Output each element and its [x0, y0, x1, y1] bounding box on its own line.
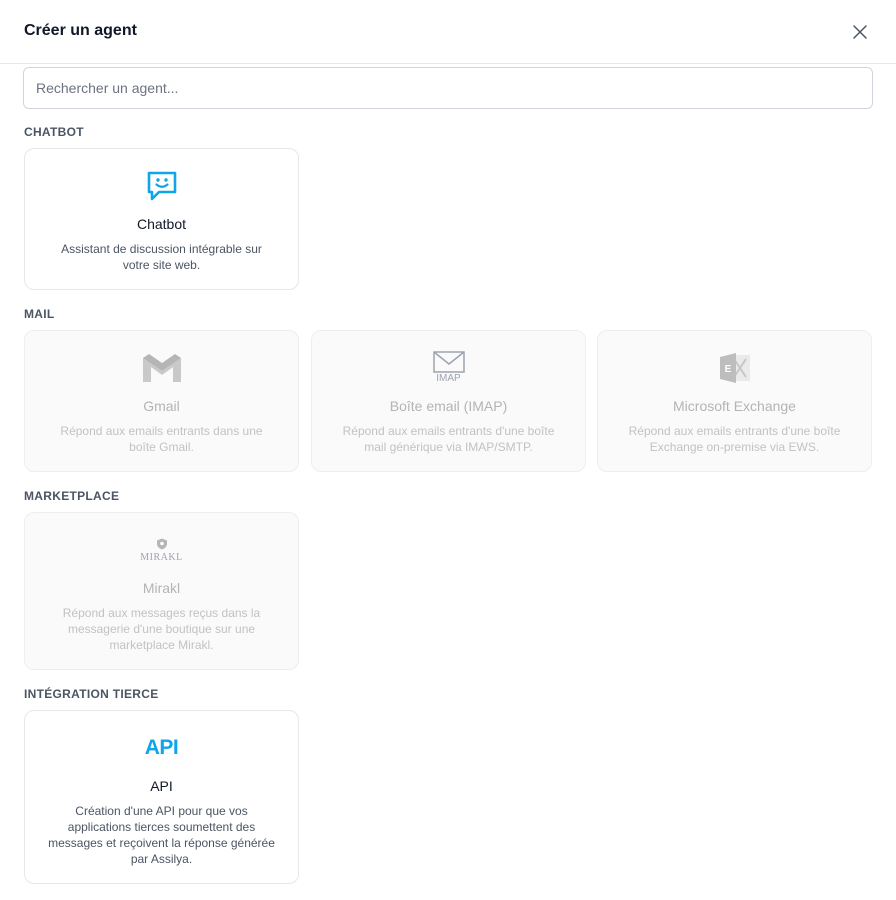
chat-smile-icon	[147, 171, 176, 201]
agent-card-api[interactable]: API API Création d'une API pour que vos …	[24, 710, 299, 884]
dialog-header: Créer un agent	[0, 0, 896, 64]
agent-card-chatbot[interactable]: Chatbot Assistant de discussion intégrab…	[24, 148, 299, 290]
agent-card-name: Boîte email (IMAP)	[389, 398, 508, 414]
gmail-icon	[142, 354, 181, 382]
section-title-integration: INTÉGRATION TIERCE	[24, 687, 159, 701]
agent-card-description: Répond aux emails entrants d'une boîte m…	[342, 424, 555, 454]
section-title-chatbot: CHATBOT	[24, 125, 84, 139]
exchange-icon: E	[719, 353, 750, 383]
mirakl-logo-text: MIRAKL	[140, 551, 183, 563]
agent-card-description: Répond aux emails entrants dans une boît…	[60, 424, 263, 454]
agent-card-description: Assistant de discussion intégrable sur v…	[61, 242, 262, 272]
close-button[interactable]	[846, 18, 874, 46]
agent-card-exchange: E Microsoft Exchange Répond aux emails e…	[597, 330, 872, 472]
agent-card-description: Création d'une API pour que vos applicat…	[48, 804, 275, 866]
imap-icon-label: IMAP	[436, 373, 461, 384]
agent-card-description: Répond aux messages reçus dans la messag…	[62, 606, 261, 652]
section-title-mail: MAIL	[24, 307, 55, 321]
section-title-marketplace: MARKETPLACE	[24, 489, 120, 503]
agent-card-name: API	[150, 778, 173, 794]
agent-card-name: Gmail	[143, 398, 180, 414]
agent-card-name: Mirakl	[142, 580, 181, 596]
agent-card-mirakl: MIRAKL Mirakl Répond aux messages reçus …	[24, 512, 299, 670]
agent-card-description: Répond aux emails entrants d'une boîte E…	[628, 424, 841, 454]
agent-card-gmail: Gmail Répond aux emails entrants dans un…	[24, 330, 299, 472]
close-icon	[853, 25, 867, 39]
agent-card-name: Microsoft Exchange	[673, 398, 796, 414]
mirakl-logo-icon	[156, 538, 167, 549]
search-input[interactable]	[23, 67, 873, 109]
agent-card-imap: IMAP Boîte email (IMAP) Répond aux email…	[311, 330, 586, 472]
imap-envelope-icon	[432, 351, 465, 373]
agent-card-name: Chatbot	[136, 216, 187, 232]
dialog-title: Créer un agent	[24, 22, 137, 39]
api-icon: API	[144, 736, 179, 759]
svg-text:E: E	[724, 364, 731, 375]
